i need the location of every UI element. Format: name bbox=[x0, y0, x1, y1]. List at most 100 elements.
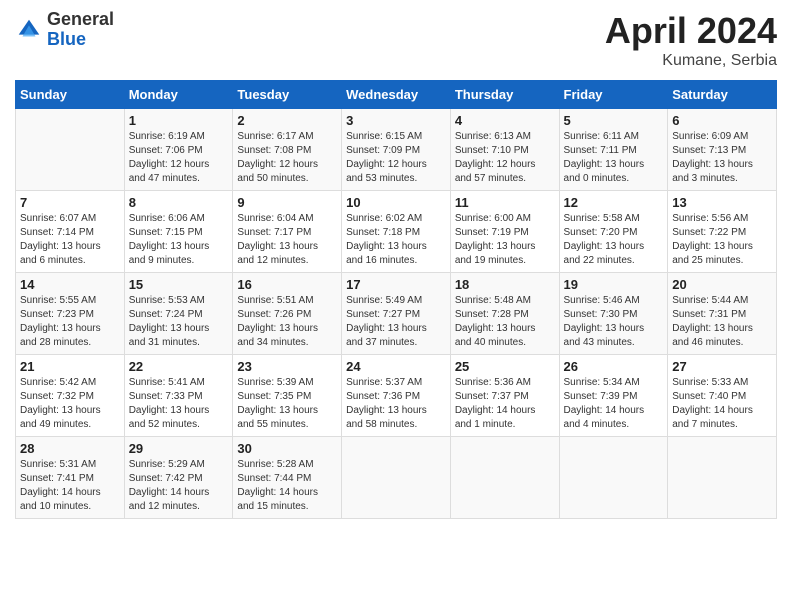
day-info: Sunrise: 5:34 AM Sunset: 7:39 PM Dayligh… bbox=[564, 376, 664, 432]
day-number: 2 bbox=[237, 113, 337, 128]
calendar-cell: 9Sunrise: 6:04 AM Sunset: 7:17 PM Daylig… bbox=[233, 191, 342, 273]
day-info: Sunrise: 5:28 AM Sunset: 7:44 PM Dayligh… bbox=[237, 458, 337, 514]
day-number: 19 bbox=[564, 277, 664, 292]
logo-general: General bbox=[47, 10, 114, 30]
calendar-header-row: Sunday Monday Tuesday Wednesday Thursday… bbox=[16, 81, 777, 109]
day-info: Sunrise: 5:39 AM Sunset: 7:35 PM Dayligh… bbox=[237, 376, 337, 432]
day-info: Sunrise: 6:17 AM Sunset: 7:08 PM Dayligh… bbox=[237, 130, 337, 186]
day-info: Sunrise: 5:49 AM Sunset: 7:27 PM Dayligh… bbox=[346, 294, 446, 350]
day-info: Sunrise: 5:42 AM Sunset: 7:32 PM Dayligh… bbox=[20, 376, 120, 432]
calendar-table: Sunday Monday Tuesday Wednesday Thursday… bbox=[15, 80, 777, 519]
header-monday: Monday bbox=[124, 81, 233, 109]
calendar-cell: 16Sunrise: 5:51 AM Sunset: 7:26 PM Dayli… bbox=[233, 273, 342, 355]
calendar-cell: 12Sunrise: 5:58 AM Sunset: 7:20 PM Dayli… bbox=[559, 191, 668, 273]
day-number: 9 bbox=[237, 195, 337, 210]
calendar-cell: 30 Sunrise: 5:28 AM Sunset: 7:44 PM Dayli… bbox=[233, 437, 342, 519]
logo: General Blue bbox=[15, 10, 114, 50]
calendar-cell: 1 Sunrise: 6:19 AM Sunset: 7:06 PM Daylig… bbox=[124, 109, 233, 191]
day-number: 16 bbox=[237, 277, 337, 292]
calendar-cell: 26 Sunrise: 5:34 AM Sunset: 7:39 PM Dayli… bbox=[559, 355, 668, 437]
page-container: General Blue April 2024 Kumane, Serbia S… bbox=[0, 0, 792, 529]
calendar-cell: 10Sunrise: 6:02 AM Sunset: 7:18 PM Dayli… bbox=[342, 191, 451, 273]
calendar-week-row: 21 Sunrise: 5:42 AM Sunset: 7:32 PM Dayli… bbox=[16, 355, 777, 437]
day-number: 30 bbox=[237, 441, 337, 456]
calendar-cell: 22 Sunrise: 5:41 AM Sunset: 7:33 PM Dayli… bbox=[124, 355, 233, 437]
day-info: Sunrise: 5:48 AM Sunset: 7:28 PM Dayligh… bbox=[455, 294, 555, 350]
calendar-cell: 19 Sunrise: 5:46 AM Sunset: 7:30 PM Dayli… bbox=[559, 273, 668, 355]
day-number: 11 bbox=[455, 195, 555, 210]
header-wednesday: Wednesday bbox=[342, 81, 451, 109]
day-number: 4 bbox=[455, 113, 555, 128]
calendar-cell: 2 Sunrise: 6:17 AM Sunset: 7:08 PM Daylig… bbox=[233, 109, 342, 191]
calendar-cell: 23 Sunrise: 5:39 AM Sunset: 7:35 PM Dayli… bbox=[233, 355, 342, 437]
calendar-title: April 2024 bbox=[605, 10, 777, 52]
title-block: April 2024 Kumane, Serbia bbox=[605, 10, 777, 70]
day-number: 25 bbox=[455, 359, 555, 374]
day-number: 23 bbox=[237, 359, 337, 374]
day-number: 6 bbox=[672, 113, 772, 128]
day-number: 17 bbox=[346, 277, 446, 292]
day-info: Sunrise: 5:29 AM Sunset: 7:42 PM Dayligh… bbox=[129, 458, 229, 514]
day-number: 27 bbox=[672, 359, 772, 374]
header-saturday: Saturday bbox=[668, 81, 777, 109]
logo-icon bbox=[15, 16, 43, 44]
day-info: Sunrise: 6:11 AM Sunset: 7:11 PM Dayligh… bbox=[564, 130, 664, 186]
day-info: Sunrise: 5:58 AM Sunset: 7:20 PM Dayligh… bbox=[564, 212, 664, 268]
day-info: Sunrise: 6:15 AM Sunset: 7:09 PM Dayligh… bbox=[346, 130, 446, 186]
day-info: Sunrise: 5:55 AM Sunset: 7:23 PM Dayligh… bbox=[20, 294, 120, 350]
calendar-cell: 6 Sunrise: 6:09 AM Sunset: 7:13 PM Daylig… bbox=[668, 109, 777, 191]
logo-text: General Blue bbox=[47, 10, 114, 50]
calendar-week-row: 1 Sunrise: 6:19 AM Sunset: 7:06 PM Daylig… bbox=[16, 109, 777, 191]
calendar-cell: 15Sunrise: 5:53 AM Sunset: 7:24 PM Dayli… bbox=[124, 273, 233, 355]
calendar-cell: 20 Sunrise: 5:44 AM Sunset: 7:31 PM Dayli… bbox=[668, 273, 777, 355]
calendar-cell bbox=[668, 437, 777, 519]
header-thursday: Thursday bbox=[450, 81, 559, 109]
day-info: Sunrise: 6:02 AM Sunset: 7:18 PM Dayligh… bbox=[346, 212, 446, 268]
calendar-cell: 7Sunrise: 6:07 AM Sunset: 7:14 PM Daylig… bbox=[16, 191, 125, 273]
day-number: 8 bbox=[129, 195, 229, 210]
day-info: Sunrise: 5:31 AM Sunset: 7:41 PM Dayligh… bbox=[20, 458, 120, 514]
calendar-cell bbox=[16, 109, 125, 191]
day-info: Sunrise: 5:56 AM Sunset: 7:22 PM Dayligh… bbox=[672, 212, 772, 268]
header-tuesday: Tuesday bbox=[233, 81, 342, 109]
calendar-cell: 29 Sunrise: 5:29 AM Sunset: 7:42 PM Dayli… bbox=[124, 437, 233, 519]
day-number: 13 bbox=[672, 195, 772, 210]
day-info: Sunrise: 5:36 AM Sunset: 7:37 PM Dayligh… bbox=[455, 376, 555, 432]
day-info: Sunrise: 6:06 AM Sunset: 7:15 PM Dayligh… bbox=[129, 212, 229, 268]
calendar-cell: 3 Sunrise: 6:15 AM Sunset: 7:09 PM Daylig… bbox=[342, 109, 451, 191]
day-number: 5 bbox=[564, 113, 664, 128]
calendar-cell bbox=[342, 437, 451, 519]
day-info: Sunrise: 6:19 AM Sunset: 7:06 PM Dayligh… bbox=[129, 130, 229, 186]
day-info: Sunrise: 5:41 AM Sunset: 7:33 PM Dayligh… bbox=[129, 376, 229, 432]
header-sunday: Sunday bbox=[16, 81, 125, 109]
calendar-week-row: 7Sunrise: 6:07 AM Sunset: 7:14 PM Daylig… bbox=[16, 191, 777, 273]
calendar-week-row: 28 Sunrise: 5:31 AM Sunset: 7:41 PM Dayli… bbox=[16, 437, 777, 519]
calendar-cell: 27 Sunrise: 5:33 AM Sunset: 7:40 PM Dayli… bbox=[668, 355, 777, 437]
day-number: 29 bbox=[129, 441, 229, 456]
day-number: 26 bbox=[564, 359, 664, 374]
day-number: 20 bbox=[672, 277, 772, 292]
day-info: Sunrise: 5:37 AM Sunset: 7:36 PM Dayligh… bbox=[346, 376, 446, 432]
day-number: 3 bbox=[346, 113, 446, 128]
day-info: Sunrise: 6:00 AM Sunset: 7:19 PM Dayligh… bbox=[455, 212, 555, 268]
day-number: 22 bbox=[129, 359, 229, 374]
calendar-cell: 28 Sunrise: 5:31 AM Sunset: 7:41 PM Dayli… bbox=[16, 437, 125, 519]
calendar-cell bbox=[450, 437, 559, 519]
day-info: Sunrise: 5:33 AM Sunset: 7:40 PM Dayligh… bbox=[672, 376, 772, 432]
logo-blue: Blue bbox=[47, 30, 114, 50]
calendar-cell: 5 Sunrise: 6:11 AM Sunset: 7:11 PM Daylig… bbox=[559, 109, 668, 191]
day-info: Sunrise: 6:07 AM Sunset: 7:14 PM Dayligh… bbox=[20, 212, 120, 268]
calendar-cell: 17 Sunrise: 5:49 AM Sunset: 7:27 PM Dayli… bbox=[342, 273, 451, 355]
day-info: Sunrise: 5:44 AM Sunset: 7:31 PM Dayligh… bbox=[672, 294, 772, 350]
page-header: General Blue April 2024 Kumane, Serbia bbox=[15, 10, 777, 70]
day-number: 1 bbox=[129, 113, 229, 128]
day-number: 28 bbox=[20, 441, 120, 456]
day-number: 21 bbox=[20, 359, 120, 374]
calendar-week-row: 14Sunrise: 5:55 AM Sunset: 7:23 PM Dayli… bbox=[16, 273, 777, 355]
day-number: 18 bbox=[455, 277, 555, 292]
day-info: Sunrise: 6:09 AM Sunset: 7:13 PM Dayligh… bbox=[672, 130, 772, 186]
day-info: Sunrise: 5:46 AM Sunset: 7:30 PM Dayligh… bbox=[564, 294, 664, 350]
day-info: Sunrise: 5:53 AM Sunset: 7:24 PM Dayligh… bbox=[129, 294, 229, 350]
calendar-cell: 25 Sunrise: 5:36 AM Sunset: 7:37 PM Dayli… bbox=[450, 355, 559, 437]
calendar-cell: 21 Sunrise: 5:42 AM Sunset: 7:32 PM Dayli… bbox=[16, 355, 125, 437]
